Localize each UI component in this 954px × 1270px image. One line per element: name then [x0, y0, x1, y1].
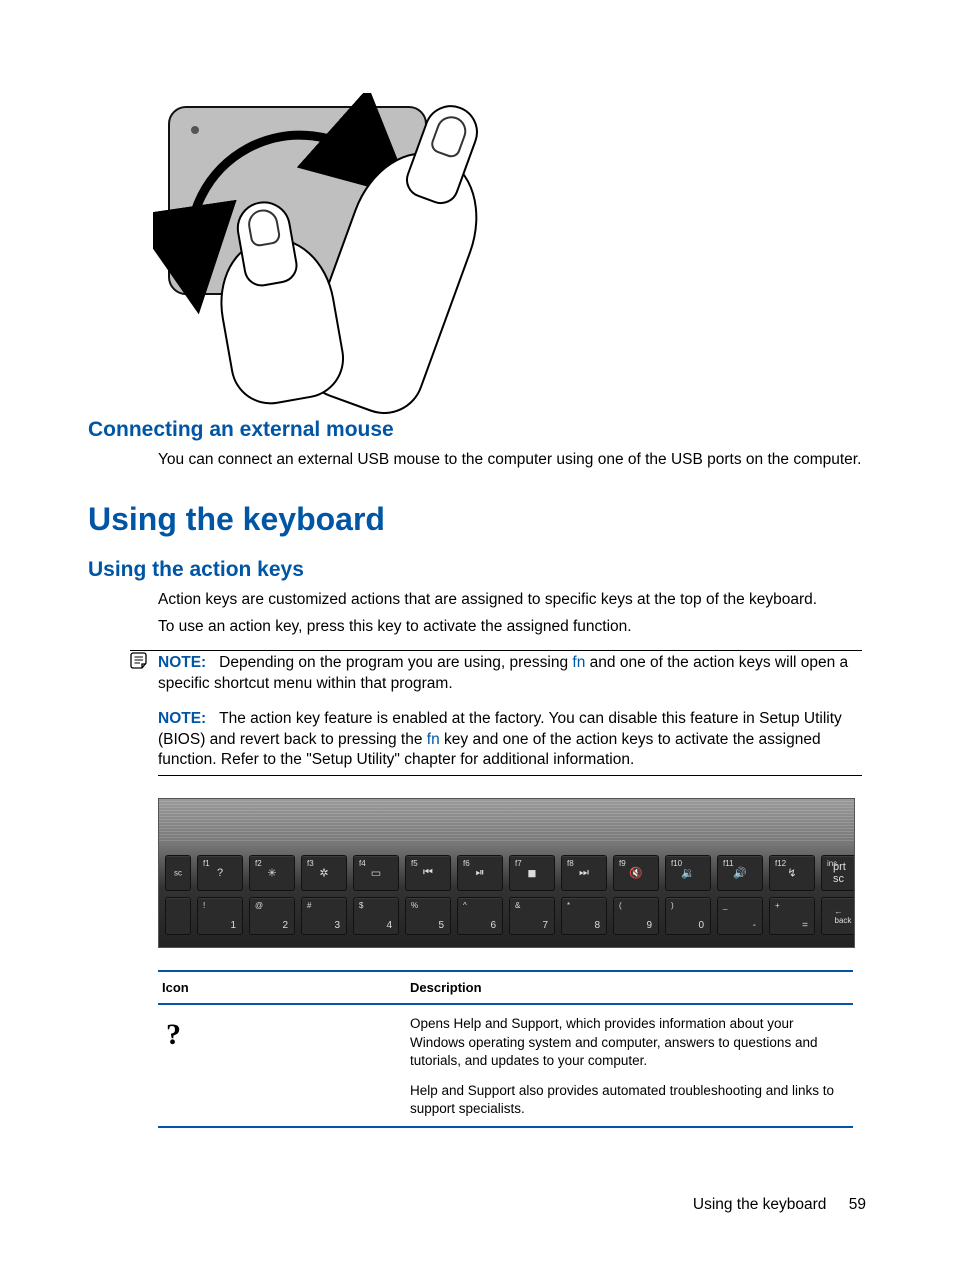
action-key-table: Icon Description ? Opens Help and Suppor… [158, 970, 853, 1128]
footer-section-title: Using the keyboard [693, 1196, 827, 1213]
keyboard-illustration: scf1?f2✳f3✲f4▭f5⏮f6⏯f7◼f8⏭f9🔇f10🔉f11🔊f12… [158, 798, 855, 948]
key-tilde [165, 897, 191, 935]
row1-description-1: Opens Help and Support, which provides i… [410, 1015, 849, 1070]
action-key-9: f9🔇 [613, 855, 659, 891]
number-key-0: )0 [665, 897, 711, 935]
footer-page-number: 59 [849, 1196, 866, 1213]
note-icon [130, 652, 150, 677]
heading-using-keyboard: Using the keyboard [88, 501, 866, 538]
action-key-3: f3✲ [301, 855, 347, 891]
heading-using-action-keys: Using the action keys [88, 558, 866, 582]
paragraph-action-keys-1: Action keys are customized actions that … [158, 590, 866, 611]
note-paragraph-2: NOTE: The action key feature is enabled … [158, 709, 862, 777]
heading-connecting-mouse: Connecting an external mouse [88, 418, 866, 442]
action-key-13: insprt sc [821, 855, 855, 891]
note-1-text-a: Depending on the program you are using, … [219, 654, 572, 671]
table-row: ? Opens Help and Support, which provides… [158, 1004, 853, 1127]
note-paragraph-1: NOTE: Depending on the program you are u… [158, 653, 862, 695]
action-key-1: f1? [197, 855, 243, 891]
page-footer: Using the keyboard 59 [693, 1196, 866, 1214]
key-esc: sc [165, 855, 191, 891]
number-key-9: (9 [613, 897, 659, 935]
row1-description-2: Help and Support also provides automated… [410, 1082, 849, 1118]
action-key-12: f12↯ [769, 855, 815, 891]
number-key-=: += [769, 897, 815, 935]
action-key-10: f10🔉 [665, 855, 711, 891]
action-key-5: f5⏮ [405, 855, 451, 891]
number-key-8: *8 [561, 897, 607, 935]
fn-key-2: fn [427, 731, 440, 748]
paragraph-connecting-mouse: You can connect an external USB mouse to… [158, 450, 866, 471]
table-header-description: Description [406, 971, 853, 1004]
number-key--: _- [717, 897, 763, 935]
touchpad-rotate-illustration [158, 88, 438, 398]
number-key-5: %5 [405, 897, 451, 935]
note-label-2: NOTE: [158, 710, 206, 727]
action-key-11: f11🔊 [717, 855, 763, 891]
help-icon: ? [166, 1015, 181, 1056]
table-header-icon: Icon [158, 971, 406, 1004]
action-key-7: f7◼ [509, 855, 555, 891]
number-key-2: @2 [249, 897, 295, 935]
note-block: NOTE: Depending on the program you are u… [130, 650, 866, 777]
number-key-4: $4 [353, 897, 399, 935]
action-key-2: f2✳ [249, 855, 295, 891]
number-key-3: #3 [301, 897, 347, 935]
number-key-1: !1 [197, 897, 243, 935]
action-key-4: f4▭ [353, 855, 399, 891]
note-label-1: NOTE: [158, 654, 206, 671]
action-key-6: f6⏯ [457, 855, 503, 891]
number-key-6: ^6 [457, 897, 503, 935]
action-key-8: f8⏭ [561, 855, 607, 891]
paragraph-action-keys-2: To use an action key, press this key to … [158, 617, 866, 638]
fn-key-1: fn [572, 654, 585, 671]
key-backspace: ← back [821, 897, 855, 935]
number-key-7: &7 [509, 897, 555, 935]
